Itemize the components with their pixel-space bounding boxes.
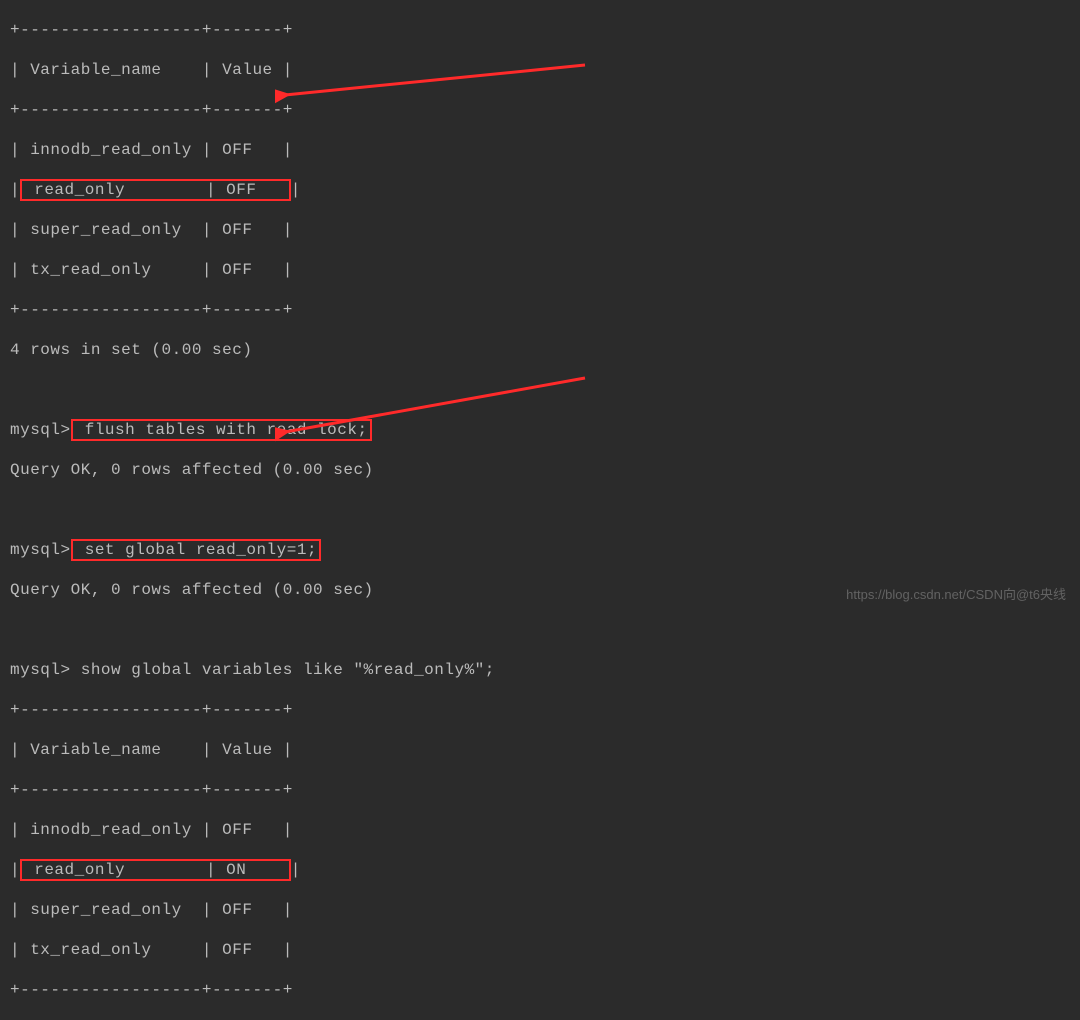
pipe: |	[291, 181, 301, 199]
table-row-highlighted: | read_only | OFF |	[10, 180, 1070, 200]
prompt: mysql>	[10, 661, 71, 679]
table-border: +------------------+-------+	[10, 20, 1070, 40]
var-value: ON	[216, 861, 287, 879]
highlight-box-cmd-flush: flush tables with read lock;	[71, 419, 372, 441]
terminal-output: +------------------+-------+ | Variable_…	[0, 0, 1080, 1020]
table-row: | super_read_only | OFF |	[10, 900, 1070, 920]
command-line[interactable]: mysql> flush tables with read lock;	[10, 420, 1070, 440]
show-variables-command: show global variables like "%read_only%"…	[71, 661, 495, 679]
pipe: |	[10, 181, 20, 199]
table-border: +------------------+-------+	[10, 300, 1070, 320]
var-value: OFF	[216, 181, 287, 199]
table-row: | super_read_only | OFF |	[10, 220, 1070, 240]
table-header: | Variable_name | Value |	[10, 60, 1070, 80]
table-row: | tx_read_only | OFF |	[10, 260, 1070, 280]
prompt: mysql>	[10, 541, 71, 559]
highlight-box-read-only-2: read_only | ON	[20, 859, 291, 881]
watermark: https://blog.csdn.net/CSDN向@t6央线	[846, 585, 1066, 605]
table-border: +------------------+-------+	[10, 100, 1070, 120]
highlight-box-cmd-set: set global read_only=1;	[71, 539, 321, 561]
table-border: +------------------+-------+	[10, 700, 1070, 720]
var-name: read_only	[24, 181, 206, 199]
table-row: | innodb_read_only | OFF |	[10, 820, 1070, 840]
command-line[interactable]: mysql> show global variables like "%read…	[10, 660, 1070, 680]
query-ok: Query OK, 0 rows affected (0.00 sec)	[10, 460, 1070, 480]
highlight-box-read-only-1: read_only | OFF	[20, 179, 291, 201]
table-border: +------------------+-------+	[10, 780, 1070, 800]
table-row: | innodb_read_only | OFF |	[10, 140, 1070, 160]
pipe: |	[206, 181, 216, 199]
pipe: |	[10, 861, 20, 879]
command-line[interactable]: mysql> set global read_only=1;	[10, 540, 1070, 560]
var-name: read_only	[24, 861, 206, 879]
prompt: mysql>	[10, 421, 71, 439]
table-row: | tx_read_only | OFF |	[10, 940, 1070, 960]
table-border: +------------------+-------+	[10, 980, 1070, 1000]
pipe: |	[291, 861, 301, 879]
table-header: | Variable_name | Value |	[10, 740, 1070, 760]
table-row-highlighted: | read_only | ON |	[10, 860, 1070, 880]
result-count: 4 rows in set (0.00 sec)	[10, 340, 1070, 360]
pipe: |	[206, 861, 216, 879]
